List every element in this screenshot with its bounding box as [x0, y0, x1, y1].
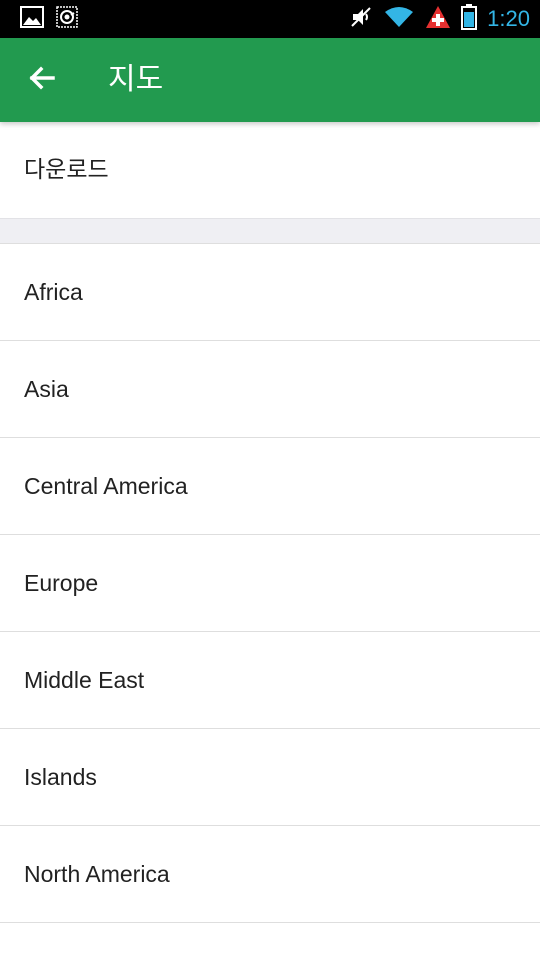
list-item[interactable]: Islands	[0, 729, 540, 826]
page-title: 지도	[108, 62, 164, 97]
swiss-cross-icon	[425, 5, 451, 33]
wifi-icon	[383, 5, 415, 33]
notification-icons	[20, 6, 78, 32]
battery-icon	[461, 4, 478, 34]
download-row[interactable]: 다운로드	[0, 122, 540, 218]
list-item[interactable]: Central America	[0, 438, 540, 535]
list-item-label: Asia	[24, 376, 69, 402]
list-item-label: Islands	[24, 764, 97, 790]
list-item-label: Central America	[24, 473, 188, 499]
section-divider	[0, 218, 540, 243]
list-item[interactable]: Africa	[0, 244, 540, 341]
list-item-label: North America	[24, 861, 170, 887]
list-item-label: Middle East	[24, 667, 145, 693]
download-label: 다운로드	[24, 157, 109, 183]
status-bar: 1:20	[0, 0, 540, 38]
back-button[interactable]	[22, 60, 62, 100]
vibrate-muted-icon	[349, 5, 373, 33]
app-bar: 지도	[0, 38, 540, 122]
list-item[interactable]: Middle East	[0, 632, 540, 729]
arrow-left-icon	[27, 63, 57, 97]
image-notification-icon	[20, 6, 44, 32]
status-time: 1:20	[487, 6, 530, 31]
list-item[interactable]: Asia	[0, 341, 540, 438]
system-icons: 1:20	[349, 4, 530, 34]
list-item-label: Europe	[24, 570, 99, 596]
list-item-label: Africa	[24, 279, 83, 305]
app-notification-icon	[56, 6, 78, 32]
list-item[interactable]: North America	[0, 826, 540, 923]
region-list: Africa Asia Central America Europe Middl…	[0, 243, 540, 923]
list-item[interactable]: Europe	[0, 535, 540, 632]
